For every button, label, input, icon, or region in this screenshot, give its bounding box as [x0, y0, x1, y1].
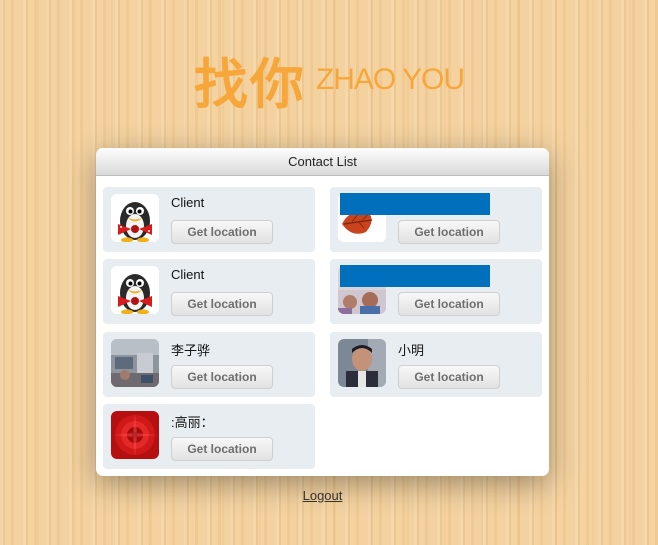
contact-card: :高丽： Get location [103, 404, 315, 469]
red-flower-avatar [111, 411, 159, 459]
room-photo-avatar [111, 339, 159, 387]
contact-list-panel: Contact List Client Get location Get loc… [96, 148, 549, 476]
get-location-button[interactable]: Get location [171, 437, 273, 461]
penguin-avatar-icon [111, 194, 159, 242]
contact-card: 小明 Get location [330, 332, 542, 397]
get-location-button[interactable]: Get location [171, 292, 273, 316]
contact-card: Client Get location [103, 187, 315, 252]
contact-name: Client [171, 267, 205, 282]
get-location-button[interactable]: Get location [398, 292, 500, 316]
contact-card: Get location [330, 259, 542, 324]
logout-link[interactable]: Logout [0, 488, 645, 503]
logo-english: ZHAO YOU [315, 62, 465, 96]
contact-name: 小明 [398, 343, 425, 358]
get-location-button[interactable]: Get location [171, 365, 273, 389]
contact-name: 李子骅 [171, 343, 211, 358]
contact-card: 李子骅 Get location [103, 332, 315, 397]
penguin-avatar-icon [111, 266, 159, 314]
get-location-button[interactable]: Get location [398, 365, 500, 389]
contact-name: Client [171, 195, 205, 210]
contact-card: Get location [330, 187, 542, 252]
app-logo: 找你 ZHAO YOU [0, 40, 658, 119]
man-photo-avatar [338, 339, 386, 387]
redacted-name-bar [340, 193, 490, 215]
get-location-button[interactable]: Get location [398, 220, 500, 244]
contact-name: :高丽： [171, 415, 214, 430]
redacted-name-bar [340, 265, 490, 287]
panel-title: Contact List [96, 148, 549, 176]
logo-chinese: 找你 [193, 53, 306, 116]
contact-card: Client Get location [103, 259, 315, 324]
get-location-button[interactable]: Get location [171, 220, 273, 244]
